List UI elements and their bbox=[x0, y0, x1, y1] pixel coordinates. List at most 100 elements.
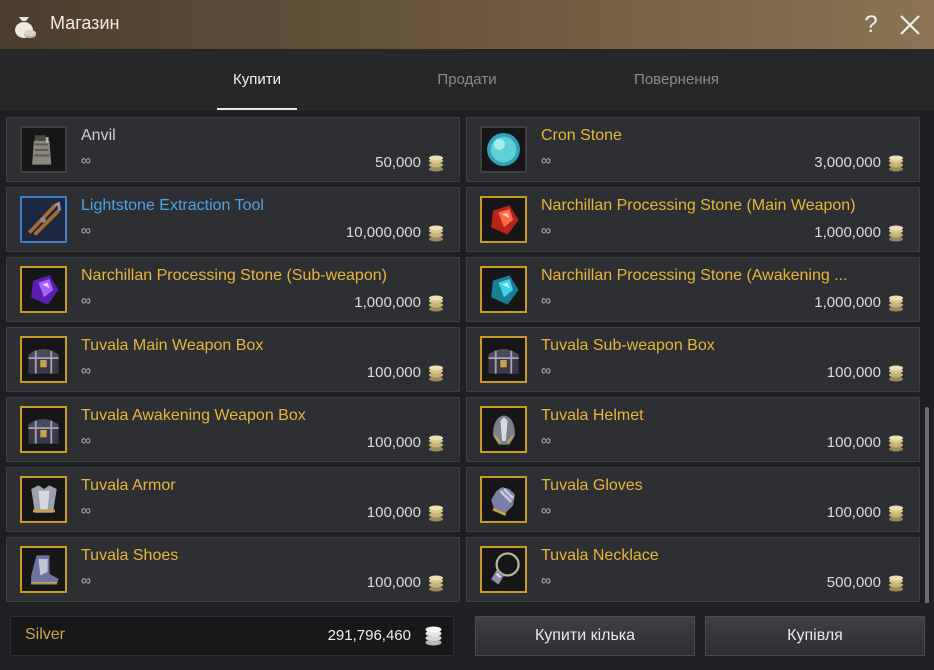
money-bag-icon bbox=[10, 12, 38, 40]
item-price: 100,000 bbox=[826, 434, 881, 451]
title-bar[interactable]: Магазин ? bbox=[0, 0, 934, 50]
footer-bar: Silver 291,796,460 Купити кілька Купівля bbox=[0, 603, 934, 670]
anvil-icon bbox=[20, 126, 67, 173]
item-name: Anvil bbox=[81, 127, 116, 144]
item-name: Lightstone Extraction Tool bbox=[81, 197, 264, 214]
silver-coin-icon bbox=[428, 575, 444, 592]
cyan-stone-icon bbox=[480, 266, 527, 313]
item-quantity: ∞ bbox=[541, 152, 551, 168]
silver-coin-icon bbox=[888, 575, 904, 592]
helmet-icon bbox=[480, 406, 527, 453]
item-name: Narchillan Processing Stone (Main Weapon… bbox=[541, 197, 856, 214]
list-item[interactable]: Tuvala Helmet ∞ 100,000 bbox=[466, 397, 920, 462]
silver-coin-icon bbox=[888, 505, 904, 522]
tab-sell[interactable]: Продати bbox=[417, 71, 517, 88]
item-price: 100,000 bbox=[366, 504, 421, 521]
list-item[interactable]: Tuvala Necklace ∞ 500,000 bbox=[466, 537, 920, 602]
item-quantity: ∞ bbox=[541, 432, 551, 448]
buy-some-button[interactable]: Купити кілька bbox=[475, 616, 695, 656]
buy-button[interactable]: Купівля bbox=[705, 616, 925, 656]
silver-coin-icon bbox=[888, 365, 904, 382]
item-quantity: ∞ bbox=[81, 222, 91, 238]
armor-icon bbox=[20, 476, 67, 523]
list-item[interactable]: Tuvala Gloves ∞ 100,000 bbox=[466, 467, 920, 532]
item-price: 100,000 bbox=[826, 504, 881, 521]
list-item[interactable]: Narchillan Processing Stone (Sub-weapon)… bbox=[6, 257, 460, 322]
silver-coin-icon bbox=[888, 225, 904, 242]
shoes-icon bbox=[20, 546, 67, 593]
active-tab-indicator bbox=[217, 108, 297, 110]
list-item[interactable]: Lightstone Extraction Tool ∞ 10,000,000 bbox=[6, 187, 460, 252]
item-name: Tuvala Gloves bbox=[541, 477, 643, 494]
silver-coin-icon bbox=[888, 295, 904, 312]
list-item[interactable]: Tuvala Armor ∞ 100,000 bbox=[6, 467, 460, 532]
item-quantity: ∞ bbox=[541, 572, 551, 588]
silver-coin-icon bbox=[428, 365, 444, 382]
silver-coin-icon bbox=[888, 155, 904, 172]
help-button[interactable]: ? bbox=[858, 10, 884, 40]
list-item[interactable]: Tuvala Awakening Weapon Box ∞ 100,000 bbox=[6, 397, 460, 462]
item-name: Tuvala Necklace bbox=[541, 547, 659, 564]
item-quantity: ∞ bbox=[81, 292, 91, 308]
silver-coin-icon bbox=[888, 435, 904, 452]
tab-returns[interactable]: Повернення bbox=[614, 71, 739, 88]
list-item[interactable]: Narchillan Processing Stone (Awakening .… bbox=[466, 257, 920, 322]
purple-stone-icon bbox=[20, 266, 67, 313]
list-item[interactable]: Cron Stone ∞ 3,000,000 bbox=[466, 117, 920, 182]
silver-coin-icon bbox=[428, 295, 444, 312]
list-item[interactable]: Anvil ∞ 50,000 bbox=[6, 117, 460, 182]
item-name: Narchillan Processing Stone (Sub-weapon) bbox=[81, 267, 387, 284]
close-icon[interactable] bbox=[897, 12, 923, 38]
silver-amount: 291,796,460 bbox=[327, 627, 411, 644]
item-price: 100,000 bbox=[366, 434, 421, 451]
item-price: 100,000 bbox=[366, 574, 421, 591]
chest-icon bbox=[480, 336, 527, 383]
item-name: Tuvala Shoes bbox=[81, 547, 179, 564]
item-quantity: ∞ bbox=[541, 502, 551, 518]
silver-coin-icon bbox=[428, 155, 444, 172]
item-price: 1,000,000 bbox=[814, 294, 881, 311]
tab-bar: Купити Продати Повернення bbox=[0, 50, 934, 111]
silver-balance: Silver 291,796,460 bbox=[10, 616, 454, 656]
item-price: 1,000,000 bbox=[354, 294, 421, 311]
tab-buy[interactable]: Купити bbox=[217, 71, 297, 88]
silver-coin-icon bbox=[428, 225, 444, 242]
item-quantity: ∞ bbox=[81, 502, 91, 518]
item-price: 3,000,000 bbox=[814, 154, 881, 171]
silver-coin-icon bbox=[428, 435, 444, 452]
item-name: Narchillan Processing Stone (Awakening .… bbox=[541, 267, 848, 284]
list-item[interactable]: Tuvala Sub-weapon Box ∞ 100,000 bbox=[466, 327, 920, 392]
silver-coin-icon bbox=[428, 505, 444, 522]
silver-label: Silver bbox=[25, 626, 66, 643]
item-name: Tuvala Awakening Weapon Box bbox=[81, 407, 306, 424]
gloves-icon bbox=[480, 476, 527, 523]
item-quantity: ∞ bbox=[541, 362, 551, 378]
silver-coin-icon bbox=[424, 626, 443, 646]
shop-window: Магазин ? Купити Продати Повернення Anvi… bbox=[0, 0, 934, 670]
item-price: 500,000 bbox=[826, 574, 881, 591]
item-price: 100,000 bbox=[366, 364, 421, 381]
item-list: Anvil ∞ 50,000 Cron Stone ∞ 3,000,000 Li… bbox=[0, 111, 934, 670]
item-quantity: ∞ bbox=[541, 292, 551, 308]
item-name: Cron Stone bbox=[541, 127, 622, 144]
item-name: Tuvala Main Weapon Box bbox=[81, 337, 264, 354]
red-stone-icon bbox=[480, 196, 527, 243]
chest-icon bbox=[20, 406, 67, 453]
item-quantity: ∞ bbox=[81, 432, 91, 448]
item-price: 50,000 bbox=[375, 154, 421, 171]
chest-icon bbox=[20, 336, 67, 383]
item-name: Tuvala Sub-weapon Box bbox=[541, 337, 715, 354]
item-quantity: ∞ bbox=[541, 222, 551, 238]
window-title: Магазин bbox=[50, 13, 120, 33]
item-quantity: ∞ bbox=[81, 152, 91, 168]
list-item[interactable]: Narchillan Processing Stone (Main Weapon… bbox=[466, 187, 920, 252]
necklace-icon bbox=[480, 546, 527, 593]
list-item[interactable]: Tuvala Main Weapon Box ∞ 100,000 bbox=[6, 327, 460, 392]
item-quantity: ∞ bbox=[81, 572, 91, 588]
item-name: Tuvala Helmet bbox=[541, 407, 644, 424]
list-item[interactable]: Tuvala Shoes ∞ 100,000 bbox=[6, 537, 460, 602]
item-name: Tuvala Armor bbox=[81, 477, 176, 494]
item-quantity: ∞ bbox=[81, 362, 91, 378]
cron-stone-icon bbox=[480, 126, 527, 173]
tongs-icon bbox=[20, 196, 67, 243]
